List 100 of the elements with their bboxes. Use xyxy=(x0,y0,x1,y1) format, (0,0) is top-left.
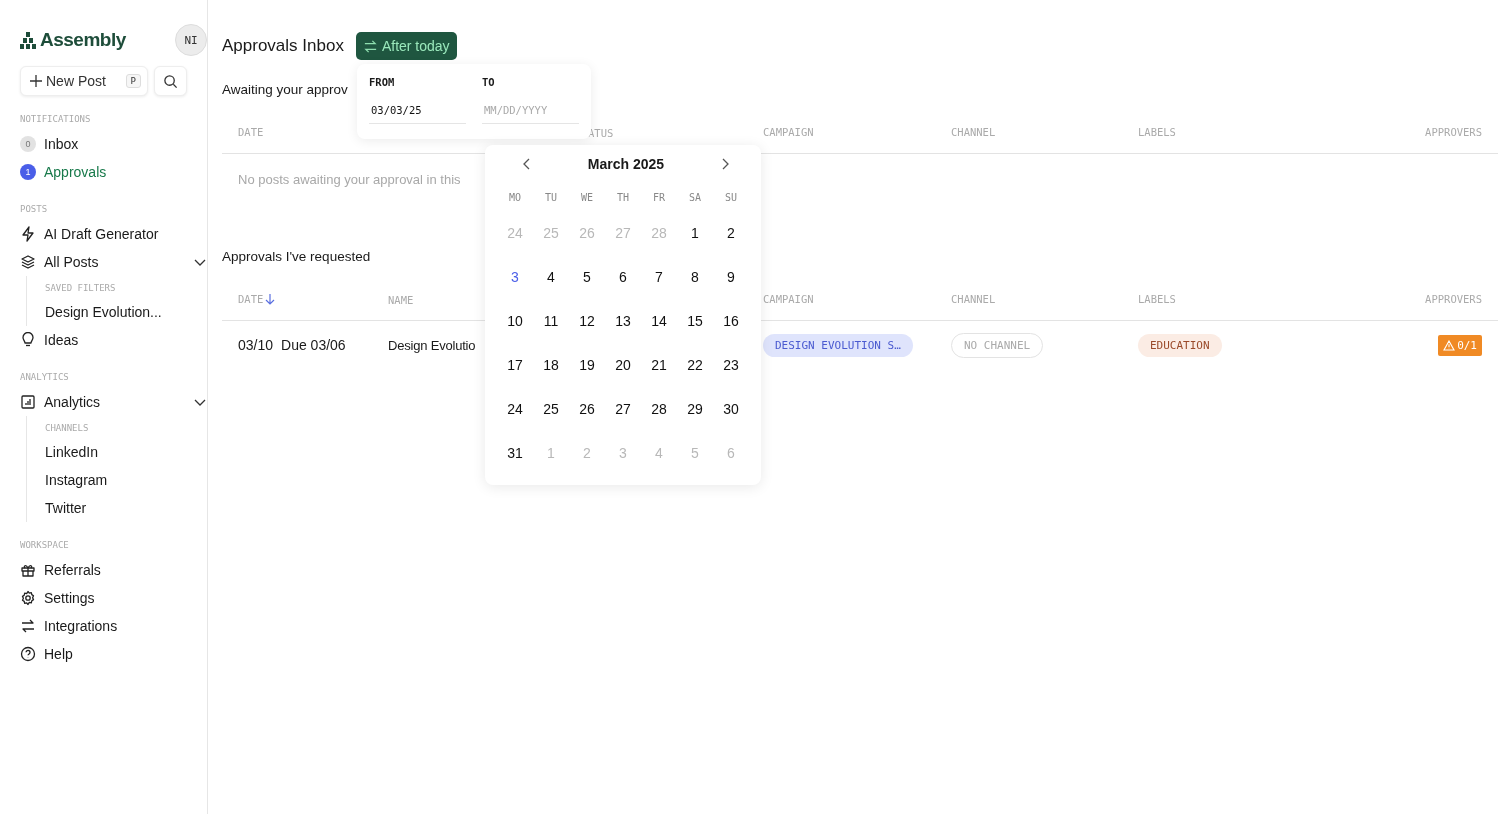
calendar-day[interactable]: 28 xyxy=(641,387,677,431)
search-button[interactable] xyxy=(154,66,187,96)
weekday-label: TH xyxy=(615,191,630,205)
nav-item[interactable]: All Posts xyxy=(20,248,207,276)
calendar-day[interactable]: 12 xyxy=(569,299,605,343)
new-post-button[interactable]: New Post P xyxy=(20,66,148,96)
nav-item[interactable]: Referrals xyxy=(20,556,207,584)
calendar-day[interactable]: 8 xyxy=(677,255,713,299)
date-text: 03/10 xyxy=(238,337,274,353)
calendar-day[interactable]: 16 xyxy=(713,299,749,343)
empty-message: No posts awaiting your approval in this xyxy=(238,172,461,187)
bulb-icon xyxy=(20,332,36,348)
calendar-day[interactable]: 27 xyxy=(605,387,641,431)
subsection-heading: SAVED FILTERS xyxy=(45,282,117,295)
date-filter-button[interactable]: After today xyxy=(355,32,457,60)
campaign-tag: DESIGN EVOLUTION S… xyxy=(763,333,913,357)
nav-item-label[interactable]: Settings xyxy=(44,590,95,606)
nav-item-label[interactable]: Inbox xyxy=(44,136,79,152)
weekday-label: SU xyxy=(723,191,738,205)
subsection-heading: CHANNELS xyxy=(45,422,90,435)
weekday-label: FR xyxy=(651,191,666,205)
layers-icon xyxy=(20,254,36,270)
nav-subitem[interactable]: Twitter xyxy=(45,494,207,522)
nav-item[interactable]: Integrations xyxy=(20,612,207,640)
calendar-day[interactable]: 2 xyxy=(713,211,749,255)
calendar-day[interactable]: 17 xyxy=(497,343,533,387)
logo-text: Assembly xyxy=(40,29,126,51)
calendar-day[interactable]: 10 xyxy=(497,299,533,343)
bolt-icon xyxy=(20,226,36,242)
logo-icon xyxy=(20,31,36,49)
nav-item[interactable]: 1 Approvals xyxy=(20,158,207,186)
calendar-day[interactable]: 18 xyxy=(533,343,569,387)
nav-item[interactable]: Settings xyxy=(20,584,207,612)
section-heading: POSTS xyxy=(20,204,49,214)
nav-item[interactable]: AI Draft Generator xyxy=(20,220,207,248)
calendar-day[interactable]: 19 xyxy=(569,343,605,387)
weekday-label: SA xyxy=(687,191,702,205)
nav-item-label[interactable]: Help xyxy=(44,646,73,662)
calendar-day[interactable]: 23 xyxy=(713,343,749,387)
calendar-day[interactable]: 21 xyxy=(641,343,677,387)
calendar-day[interactable]: 22 xyxy=(677,343,713,387)
count-badge: 1 xyxy=(20,164,36,180)
nav-subitem[interactable]: Instagram xyxy=(45,466,207,494)
shortcut-key: P xyxy=(125,74,141,88)
calendar-day[interactable]: 31 xyxy=(497,431,533,475)
nav-item-label[interactable]: Integrations xyxy=(44,618,118,634)
search-icon xyxy=(163,73,178,89)
month-title: March 2025 xyxy=(587,156,665,172)
calendar-day[interactable]: 29 xyxy=(677,387,713,431)
swap-arrows-icon xyxy=(362,38,378,54)
calendar-day[interactable]: 20 xyxy=(605,343,641,387)
weekday-label: WE xyxy=(579,191,594,205)
nav-item-label[interactable]: All Posts xyxy=(44,254,99,270)
gear-icon xyxy=(20,590,36,606)
calendar-day[interactable]: 15 xyxy=(677,299,713,343)
calendar-day[interactable]: 14 xyxy=(641,299,677,343)
calendar-day[interactable]: 30 xyxy=(713,387,749,431)
calendar-day[interactable]: 7 xyxy=(641,255,677,299)
section-heading: NOTIFICATIONS xyxy=(20,114,92,124)
section-heading: ANALYTICS xyxy=(20,372,70,382)
nav-subitem[interactable]: Design Evolution... xyxy=(45,298,207,326)
gift-icon xyxy=(20,562,36,578)
chart-icon xyxy=(20,394,36,410)
calendar-day[interactable]: 5 xyxy=(569,255,605,299)
calendar-day[interactable]: 24 xyxy=(497,387,533,431)
post-name[interactable]: Design Evolutio xyxy=(388,338,476,353)
section-heading: WORKSPACE xyxy=(20,540,70,550)
field-label: TO xyxy=(482,76,496,88)
field-label: FROM xyxy=(369,76,396,88)
nav-subitem[interactable]: LinkedIn xyxy=(45,438,207,466)
plus-icon xyxy=(30,75,42,87)
weekday-label: TU xyxy=(543,191,558,205)
due-date-text: Due 03/06 xyxy=(281,337,346,353)
calendar-day[interactable]: 13 xyxy=(605,299,641,343)
section-heading: Approvals I've requested xyxy=(222,249,372,264)
calendar-day[interactable]: 4 xyxy=(533,255,569,299)
page-title: Approvals Inbox xyxy=(222,36,344,56)
nav-item-label[interactable]: Referrals xyxy=(44,562,101,578)
user-avatar[interactable]: NI xyxy=(175,24,207,56)
nav-item-label[interactable]: AI Draft Generator xyxy=(44,226,159,242)
calendar-day[interactable]: 6 xyxy=(605,255,641,299)
calendar-day[interactable]: 25 xyxy=(533,387,569,431)
calendar-day[interactable]: 3 xyxy=(497,255,533,299)
nav-item[interactable]: Help xyxy=(20,640,207,668)
nav-item[interactable]: 0 Inbox xyxy=(20,130,207,158)
approvers-badge: 0/1 xyxy=(1438,334,1482,356)
nav-item[interactable]: Analytics xyxy=(20,388,207,416)
label-tag: EDUCATION xyxy=(1138,333,1222,357)
calendar-day[interactable]: 11 xyxy=(533,299,569,343)
weekday-label: MO xyxy=(507,191,522,205)
nav-item-label[interactable]: Analytics xyxy=(44,394,101,410)
sort-arrow-icon[interactable] xyxy=(265,293,276,305)
help-icon xyxy=(20,646,36,662)
swap-icon xyxy=(20,618,36,634)
nav-item[interactable]: Ideas xyxy=(20,326,207,354)
calendar-day[interactable]: 1 xyxy=(677,211,713,255)
nav-item-label[interactable]: Ideas xyxy=(44,332,79,348)
nav-item-label[interactable]: Approvals xyxy=(44,164,107,180)
calendar-day[interactable]: 9 xyxy=(713,255,749,299)
calendar-day[interactable]: 26 xyxy=(569,387,605,431)
